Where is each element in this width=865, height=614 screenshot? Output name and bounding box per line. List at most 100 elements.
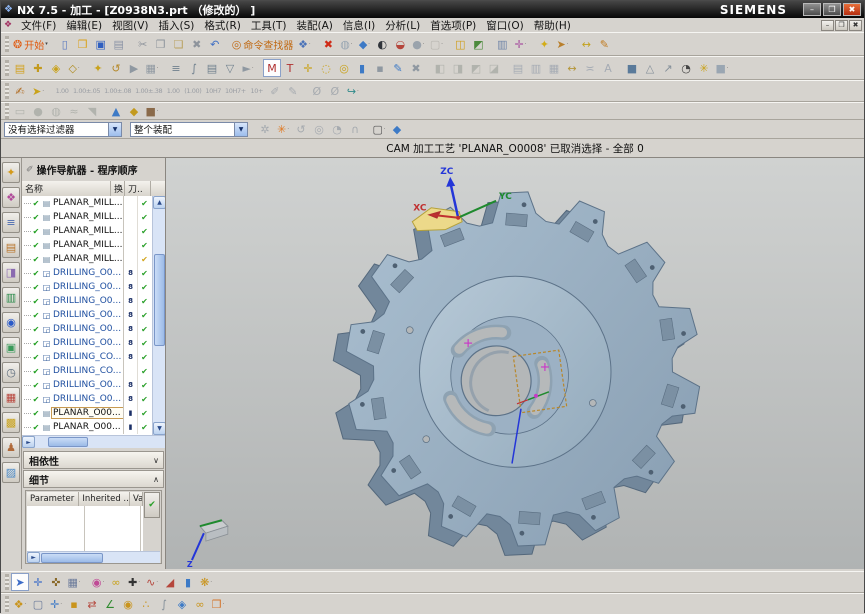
edit-dimension-button[interactable]: ✐ <box>266 82 284 100</box>
annotation-abc-button[interactable]: A <box>599 59 617 77</box>
print-button[interactable]: ▤ <box>110 35 128 53</box>
fit-10h7-button[interactable]: 10H7 <box>203 82 223 100</box>
column-header[interactable]: 换 <box>111 181 125 196</box>
snap-tangent-button[interactable]: ∩ <box>346 120 364 138</box>
wave-link-button[interactable]: ◈ <box>173 595 191 613</box>
post-process-button[interactable]: ∫ <box>185 59 203 77</box>
operation-label[interactable]: PLANAR_MILL... <box>52 198 123 208</box>
generate-toolpath-button[interactable]: ✦ <box>89 59 107 77</box>
view-section-button[interactable]: ▥ <box>527 59 545 77</box>
dimension-button[interactable]: ≍ <box>581 59 599 77</box>
zoom-view-button[interactable]: ◩ <box>469 35 487 53</box>
sketch-button[interactable]: ✎ <box>595 35 613 53</box>
operation-label[interactable]: DRILLING_O0... <box>52 282 123 292</box>
tab-materials[interactable]: ▩ <box>2 412 20 433</box>
operation-label[interactable]: PLANAR_O00... <box>52 408 123 418</box>
minimize-button[interactable]: – <box>803 3 821 16</box>
chevron-down-icon[interactable]: ▼ <box>108 123 121 136</box>
edit-text-button[interactable]: ✎ <box>284 82 302 100</box>
show-3d-tool-button[interactable]: M <box>263 59 281 77</box>
snap-point-button[interactable]: ✛ <box>29 573 47 591</box>
check-display-button[interactable]: ▪ <box>371 59 389 77</box>
show-2d-tool-button[interactable]: T <box>281 59 299 77</box>
chain-button[interactable]: ∫ <box>155 595 173 613</box>
operation-row[interactable]: ✔ ◲ DRILLING_CO... ✔ <box>22 364 152 378</box>
tolerance-108-button[interactable]: 1.00±.08 <box>102 82 133 100</box>
open-button[interactable]: ❒ <box>74 35 92 53</box>
operation-label[interactable]: DRILLING_O0... <box>52 296 123 306</box>
replay-toolpath-button[interactable]: ↺ <box>107 59 125 77</box>
operation-row[interactable]: ✔ ▤ PLANAR_O00... ▮ ✔ <box>22 406 152 420</box>
arrow-3d-button[interactable]: ➤ · <box>29 82 47 100</box>
tab-hd3d-tools[interactable]: ◨ <box>2 262 20 283</box>
operation-row[interactable]: ✔ ▤ PLANAR_MILL... ✔ <box>22 210 152 224</box>
move-component-button[interactable]: ❖ · <box>11 595 29 613</box>
snap-select-button[interactable]: ➤ <box>11 573 29 591</box>
find-component-button[interactable]: ◉ <box>119 595 137 613</box>
face-analysis-button[interactable]: ◐ <box>373 35 391 53</box>
snap-quadrant-button[interactable]: ◔ <box>328 120 346 138</box>
operation-row[interactable]: ✔ ◲ DRILLING_CO... 8 ✔ <box>22 350 152 364</box>
sequence-button[interactable]: ❒ · <box>209 595 227 613</box>
new-component-button[interactable]: ▪ <box>65 595 83 613</box>
undo-button[interactable]: ↶ <box>206 35 224 53</box>
assembly-constraint-button[interactable]: ∠ <box>101 595 119 613</box>
operation-label[interactable]: DRILLING_CO... <box>52 366 123 376</box>
mdi-close-button[interactable]: ✖ <box>849 20 862 31</box>
constraints-button[interactable]: ✛ · <box>511 35 529 53</box>
menu-item[interactable]: 插入(S) <box>154 18 200 33</box>
feature-union-button[interactable]: ◧ <box>431 59 449 77</box>
tab-spreadsheet[interactable]: ▣ <box>2 337 20 358</box>
selection-filter-combo[interactable]: 没有选择过滤器 ▼ <box>4 122 122 137</box>
tab-constraint-navigator[interactable]: ❖ <box>2 187 20 208</box>
feature-intersect-button[interactable]: ◩ <box>467 59 485 77</box>
image-frame-button[interactable]: ▭ <box>11 102 29 120</box>
operation-row[interactable]: ✔ ◲ DRILLING_O0... 8 ✔ <box>22 392 152 406</box>
snap-rollback-button[interactable]: ↺ <box>292 120 310 138</box>
rectangle-select-button[interactable]: ▢ · <box>370 120 388 138</box>
scroll-right-arrow-icon[interactable]: ► <box>27 552 40 563</box>
render-style-button[interactable]: ◍ · <box>337 35 355 53</box>
snap-table-button[interactable]: ▦ · <box>65 573 83 591</box>
snap-star-button[interactable]: ✳ · <box>274 120 292 138</box>
tab-roles[interactable]: ♟ <box>2 437 20 458</box>
gouge-check-button[interactable]: ◌ <box>317 59 335 77</box>
show-hide-button[interactable]: ➤ · <box>553 35 571 53</box>
tab-part-navigator[interactable]: ≡ <box>2 212 20 233</box>
menu-item[interactable]: 视图(V) <box>107 18 153 33</box>
mirror-assembly-button[interactable]: ⇄ <box>83 595 101 613</box>
tab-reuse-library[interactable]: ▤ <box>2 237 20 258</box>
operation-label[interactable]: PLANAR_MILL... <box>52 212 123 222</box>
operation-label[interactable]: DRILLING_O0... <box>52 268 123 278</box>
fit-view-button[interactable]: ◫ <box>451 35 469 53</box>
snap-handle-button[interactable]: ✜ <box>47 573 65 591</box>
tab-information[interactable]: ◉ <box>2 312 20 333</box>
sim-player-button[interactable]: ► · <box>239 59 257 77</box>
cancel-operation-button[interactable]: ✖ <box>407 59 425 77</box>
fit-10h7-sup-button[interactable]: 10H7+ <box>223 82 248 100</box>
vector-analysis-button[interactable]: ↗ <box>659 59 677 77</box>
tab-web-browser[interactable]: ▥ <box>2 287 20 308</box>
final-display-button[interactable]: ■ · <box>713 59 731 77</box>
tab-history[interactable]: ◷ <box>2 362 20 383</box>
tab-palette[interactable]: ▦ <box>2 387 20 408</box>
column-header[interactable]: 刀.. <box>125 181 151 196</box>
start-button[interactable]: ❂ 开始 ▾ <box>11 35 50 53</box>
link-ring-button[interactable]: ∞ <box>107 573 125 591</box>
milling-cutter-model[interactable]: ZCYCXCZ <box>166 158 864 569</box>
corner-button[interactable]: ◥ <box>83 102 101 120</box>
list-toolpath-button[interactable]: ≡ <box>167 59 185 77</box>
pin-icon[interactable]: ✐ <box>26 165 34 175</box>
operation-row[interactable]: ✔ ◲ DRILLING_O0... 8 ✔ <box>22 322 152 336</box>
operation-row[interactable]: ✔ ◲ DRILLING_O0... 8 ✔ <box>22 266 152 280</box>
operation-row[interactable]: ✔ ◲ DRILLING_O0... 8 ✔ <box>22 308 152 322</box>
menu-item[interactable]: 首选项(P) <box>425 18 481 33</box>
pattern-face-button[interactable]: ▦ <box>545 59 563 77</box>
tolerance-105-button[interactable]: 1.00±.05 <box>71 82 102 100</box>
operation-label[interactable]: DRILLING_O0... <box>52 324 123 334</box>
cylinder-button[interactable]: ▮ <box>179 573 197 591</box>
operation-label[interactable]: DRILLING_O0... <box>52 380 123 390</box>
tree-horizontal-scrollbar[interactable]: ◄ ► <box>22 435 165 448</box>
operation-label[interactable]: DRILLING_O0... <box>52 338 123 348</box>
tool-display-button[interactable]: ◎ <box>335 59 353 77</box>
